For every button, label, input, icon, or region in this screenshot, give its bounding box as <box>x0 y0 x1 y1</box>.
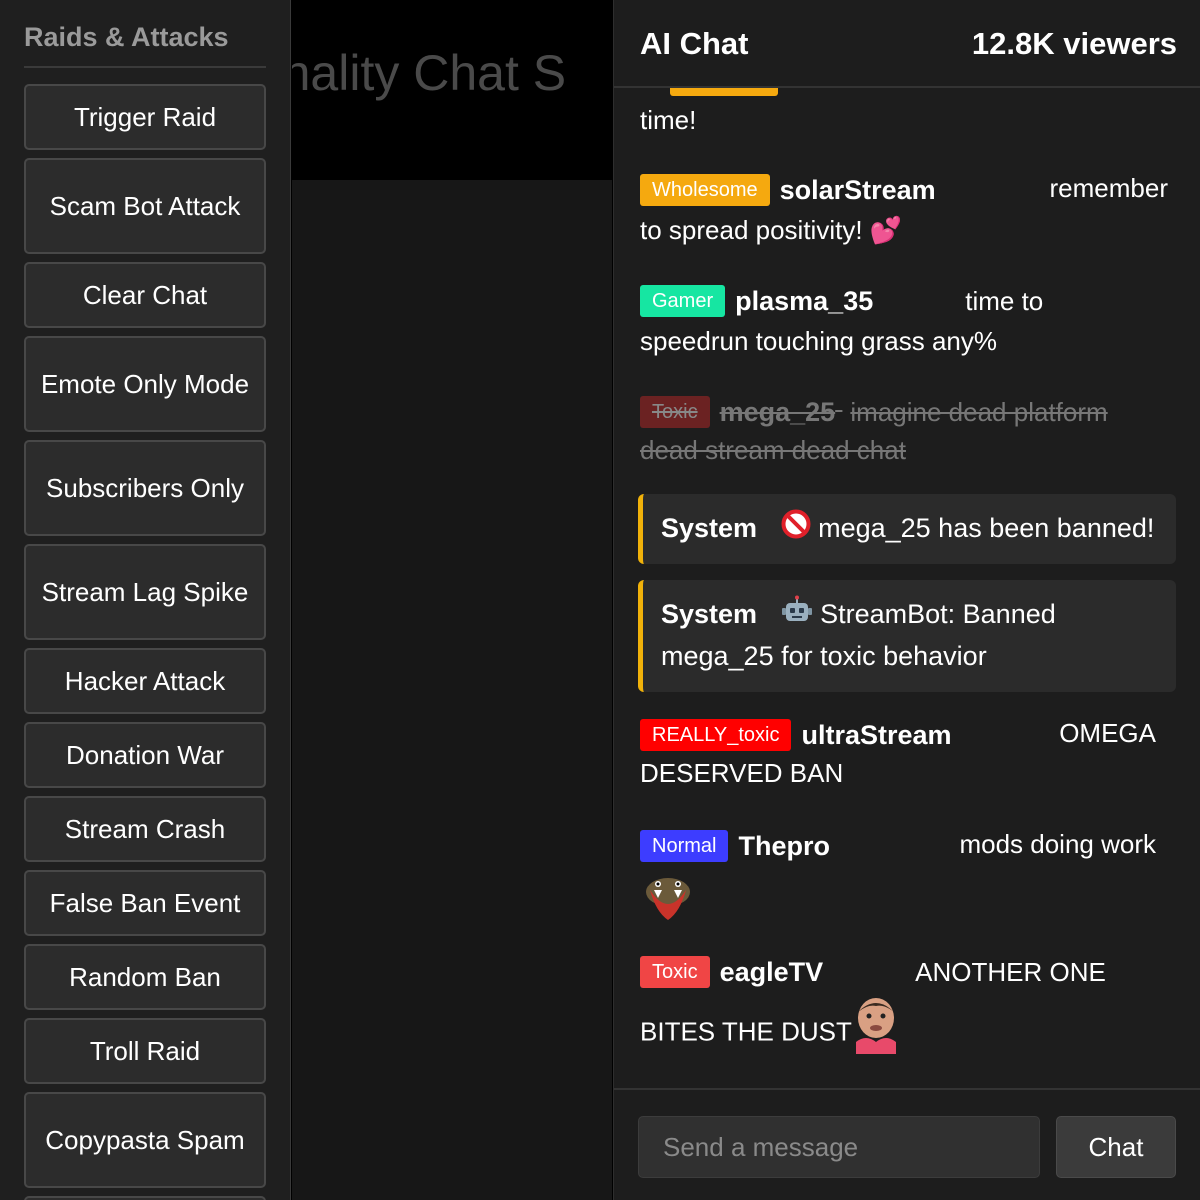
next-sidebar-button[interactable] <box>24 1196 266 1200</box>
snake-emote-icon <box>640 868 1170 935</box>
chat-message-input[interactable] <box>638 1116 1040 1178</box>
chat-title: AI Chat <box>640 26 749 61</box>
clear-chat-button[interactable]: Clear Chat <box>24 262 266 328</box>
chat-panel: time! AI Chat 12.8K viewers Wholesome sol… <box>613 0 1200 1200</box>
username[interactable]: Thepro <box>738 831 830 861</box>
badge-wholesome: Wholesome <box>640 174 770 207</box>
badge-gamer: Gamer <box>640 285 726 318</box>
username[interactable]: eagleTV <box>720 957 824 987</box>
username[interactable]: plasma_35 <box>735 286 873 316</box>
emote-only-mode-button[interactable]: Emote Only Mode <box>24 336 266 432</box>
chat-message: Gamer plasma_35 time to speedrun touching … <box>640 285 1044 357</box>
troll-raid-button[interactable]: Troll Raid <box>24 1018 266 1084</box>
scam-bot-attack-button[interactable]: Scam Bot Attack <box>24 158 266 254</box>
chat-message: Normal Thepro mods doing work <box>640 824 1170 935</box>
username[interactable]: ultraStream <box>801 720 951 750</box>
subscribers-only-button[interactable]: Subscribers Only <box>24 440 266 536</box>
badge-normal: Normal <box>640 830 729 863</box>
username: mega_25 <box>719 397 836 428</box>
badge-toxic: Toxic <box>640 396 710 429</box>
stream-crash-button[interactable]: Stream Crash <box>24 796 266 862</box>
stream-header: Personality Chat S <box>292 0 612 180</box>
random-ban-button[interactable]: Random Ban <box>24 944 266 1010</box>
donation-war-button[interactable]: Donation War <box>24 722 266 788</box>
system-message: System StreamBot: Banned mega_25 for tox… <box>638 580 1176 692</box>
viewer-count: 12.8K viewers <box>971 26 1177 61</box>
chat-footer: Chat <box>614 1088 1200 1200</box>
sidebar-title: Raids & Attacks <box>24 22 266 68</box>
chat-message-partial: time! <box>640 105 697 136</box>
chat-message: Wholesome solarStream remember to spread p… <box>640 173 1168 246</box>
page-title: Personality Chat S <box>292 45 567 101</box>
username[interactable]: solarStream <box>780 175 936 205</box>
copypasta-spam-button[interactable]: Copypasta Spam <box>24 1092 266 1188</box>
trigger-raid-button[interactable]: Trigger Raid <box>24 84 266 150</box>
chat-message: REALLY_toxic ultraStream OMEGA DESERVED BA… <box>640 718 1156 789</box>
no-entry-icon <box>781 509 811 550</box>
badge-toxic: Toxic <box>640 956 710 989</box>
sidebar: Raids & Attacks Trigger Raid Scam Bot At… <box>0 0 291 1200</box>
chat-header: AI Chat 12.8K viewers <box>614 0 1200 88</box>
hacker-attack-button[interactable]: Hacker Attack <box>24 648 266 714</box>
robot-icon <box>781 595 813 636</box>
false-ban-event-button[interactable]: False Ban Event <box>24 870 266 936</box>
stream-lag-spike-button[interactable]: Stream Lag Spike <box>24 544 266 640</box>
chat-message: Toxic eagleTV ANOTHER ONE BITES THE DUST <box>640 950 1170 1065</box>
badge-really-toxic: REALLY_toxic <box>640 719 792 752</box>
system-message: System mega_25 has been banned! <box>638 494 1176 564</box>
main-stream-area: Personality Chat S <box>292 0 612 1200</box>
pogchamp-emote-icon <box>854 998 898 1065</box>
chat-send-button[interactable]: Chat <box>1056 1116 1176 1178</box>
chat-message-deleted: Toxic mega_25 imagine dead platform dead … <box>640 396 1108 466</box>
